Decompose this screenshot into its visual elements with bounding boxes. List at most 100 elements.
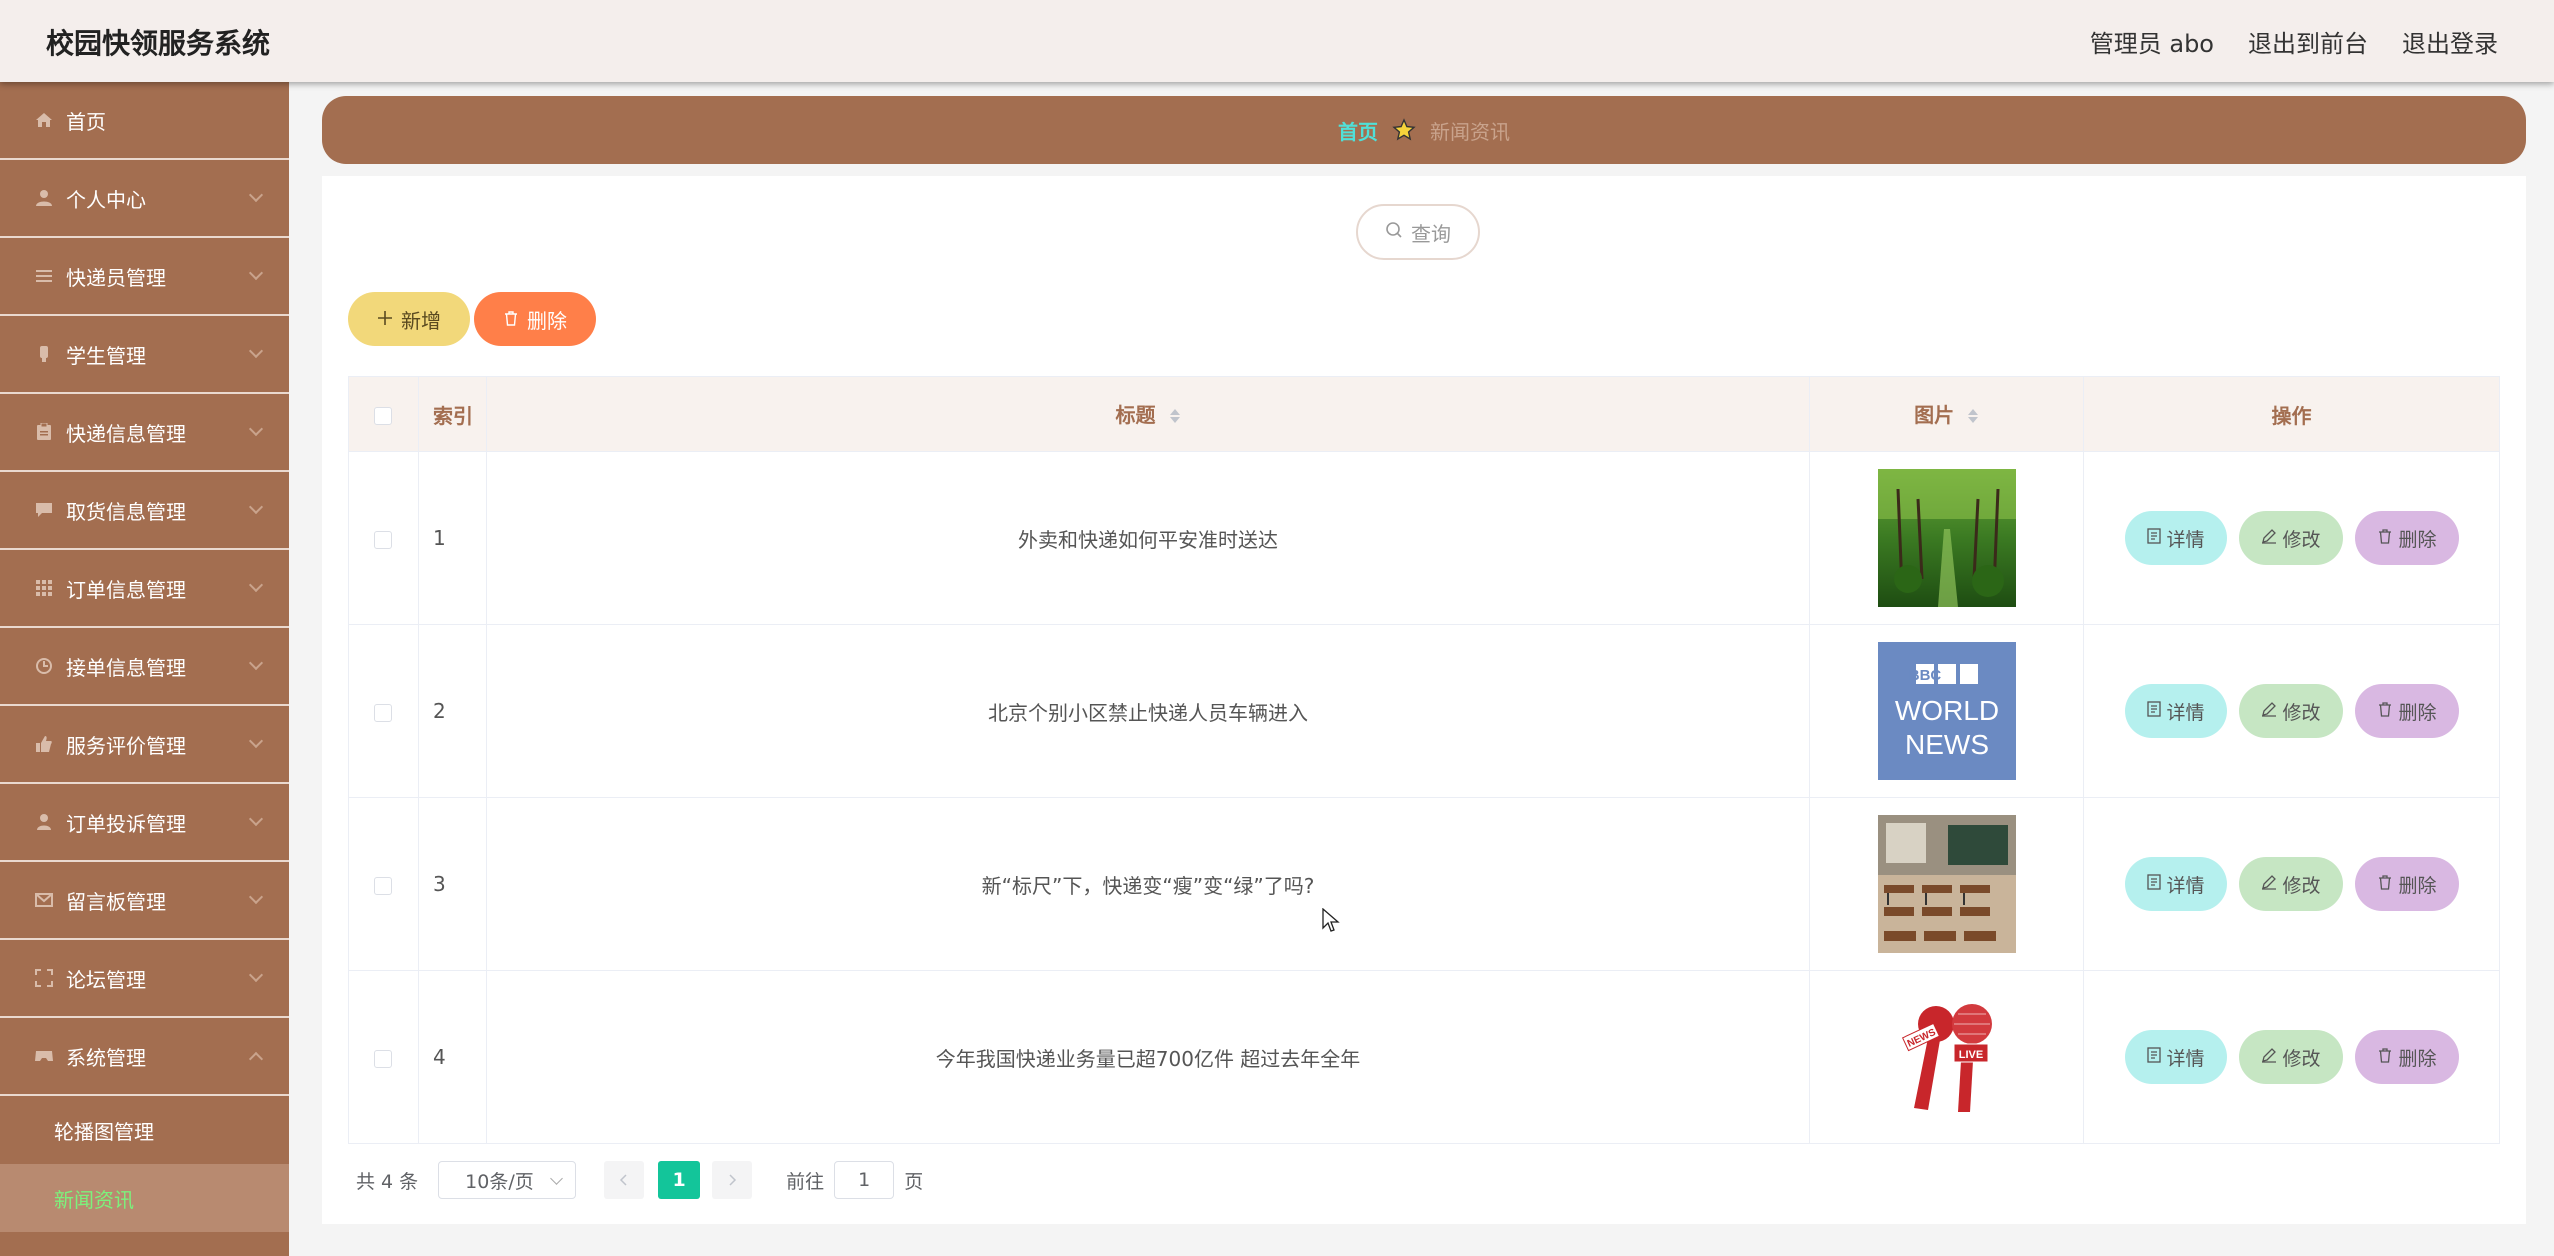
delete-label: 删除 xyxy=(2398,701,2437,724)
sidebar-item-label: 首页 xyxy=(66,109,106,134)
batch-delete-button[interactable]: 删除 xyxy=(474,292,596,346)
row-checkbox[interactable] xyxy=(374,1049,393,1068)
prev-page-button[interactable] xyxy=(604,1161,645,1199)
edit-button[interactable]: 修改 xyxy=(2238,1030,2343,1084)
row-image-cell: NEWS LIVE xyxy=(1809,970,2085,1144)
table-row: 3 新“标尺”下，快递变“瘦”变“绿”了吗? 详情 修改 删除 xyxy=(348,797,2500,971)
admin-user-link[interactable]: 管理员 abo xyxy=(2090,24,2214,59)
menu-lines-icon xyxy=(34,266,54,286)
row-checkbox[interactable] xyxy=(374,876,393,895)
goto-page-input[interactable]: 1 xyxy=(834,1161,895,1199)
sidebar: 首页 个人中心 快递员管理 学生管理 快递信息管理 取货信息管理 订单信息管理 … xyxy=(0,82,289,1256)
sidebar-item-students[interactable]: 学生管理 xyxy=(0,316,289,394)
document-icon xyxy=(2146,527,2161,549)
sidebar-item-pickup-info[interactable]: 取货信息管理 xyxy=(0,472,289,550)
bbc-world-news-image: BBC WORLD NEWS xyxy=(1877,642,2016,780)
index-header: 索引 xyxy=(418,376,487,452)
next-page-button[interactable] xyxy=(712,1161,753,1199)
table-row: 2 北京个别小区禁止快递人员车辆进入 BBC WORLD NEWS 详情 修改 … xyxy=(348,624,2500,798)
row-actions-cell: 详情 修改 删除 xyxy=(2083,624,2500,798)
sidebar-item-courier[interactable]: 快递员管理 xyxy=(0,238,289,316)
sidebar-item-label: 订单投诉管理 xyxy=(66,811,186,836)
sidebar-item-home[interactable]: 首页 xyxy=(0,82,289,160)
detail-label: 详情 xyxy=(2166,528,2205,551)
frame-icon xyxy=(34,968,54,988)
sort-icon[interactable] xyxy=(1169,405,1181,429)
edit-button[interactable]: 修改 xyxy=(2238,684,2343,738)
select-all-checkbox[interactable] xyxy=(374,406,393,425)
classroom-image xyxy=(1877,815,2016,953)
sidebar-item-accept-order[interactable]: 接单信息管理 xyxy=(0,628,289,706)
sidebar-item-label: 系统管理 xyxy=(66,1045,146,1070)
table-row: 1 外卖和快递如何平安准时送达 详情 修改 删除 xyxy=(348,451,2500,625)
sidebar-item-profile[interactable]: 个人中心 xyxy=(0,160,289,238)
chevron-down-icon xyxy=(248,889,264,905)
sidebar-subitem-carousel[interactable]: 轮播图管理 xyxy=(0,1096,289,1164)
trash-icon xyxy=(2377,527,2393,549)
detail-label: 详情 xyxy=(2166,701,2205,724)
goto-prefix: 前往 xyxy=(786,1170,825,1193)
breadcrumb-home-link[interactable]: 首页 xyxy=(1338,116,1378,145)
detail-button[interactable]: 详情 xyxy=(2124,857,2227,911)
sidebar-item-complaint[interactable]: 订单投诉管理 xyxy=(0,784,289,862)
page-size-select[interactable]: 10条/页 xyxy=(438,1161,577,1199)
back-to-front-link[interactable]: 退出到前台 xyxy=(2248,24,2368,59)
sidebar-item-system[interactable]: 系统管理 xyxy=(0,1018,289,1096)
chevron-down-icon xyxy=(248,967,264,983)
sidebar-item-label: 快递员管理 xyxy=(66,265,166,290)
person-icon xyxy=(34,812,54,832)
pencil-icon xyxy=(2261,527,2277,549)
detail-button[interactable]: 详情 xyxy=(2124,684,2227,738)
row-checkbox[interactable] xyxy=(374,530,393,549)
row-actions-cell: 详情 修改 删除 xyxy=(2083,451,2500,625)
chevron-down-icon xyxy=(248,343,264,359)
table-row: 4 今年我国快递业务量已超700亿件 超过去年全年 NEWS LIVE 详情 修… xyxy=(348,970,2500,1144)
edit-button[interactable]: 修改 xyxy=(2238,857,2343,911)
delete-button[interactable]: 删除 xyxy=(2354,857,2459,911)
mouse-cursor-icon xyxy=(1322,907,1340,934)
image-header-label: 图片 xyxy=(1914,403,1955,428)
search-button-label: 查询 xyxy=(1411,221,1451,246)
select-all-cell xyxy=(348,376,419,452)
chevron-down-icon xyxy=(248,265,264,281)
sidebar-item-review[interactable]: 服务评价管理 xyxy=(0,706,289,784)
detail-button[interactable]: 详情 xyxy=(2124,511,2227,565)
sidebar-item-message-board[interactable]: 留言板管理 xyxy=(0,862,289,940)
detail-label: 详情 xyxy=(2166,1047,2205,1070)
image-text: WORLD xyxy=(1894,695,1998,726)
sort-icon[interactable] xyxy=(1967,405,1979,429)
detail-button[interactable]: 详情 xyxy=(2124,1030,2227,1084)
delete-label: 删除 xyxy=(2398,874,2437,897)
sidebar-item-forum[interactable]: 论坛管理 xyxy=(0,940,289,1018)
detail-label: 详情 xyxy=(2166,874,2205,897)
delete-button[interactable]: 删除 xyxy=(2354,511,2459,565)
sidebar-item-label: 学生管理 xyxy=(66,343,146,368)
delete-label: 删除 xyxy=(2398,1047,2437,1070)
logout-link[interactable]: 退出登录 xyxy=(2402,24,2498,59)
sidebar-subitem-news[interactable]: 新闻资讯 xyxy=(0,1164,289,1232)
title-header[interactable]: 标题 xyxy=(486,376,1811,452)
delete-button[interactable]: 删除 xyxy=(2354,1030,2459,1084)
image-header[interactable]: 图片 xyxy=(1809,376,2085,452)
delete-button[interactable]: 删除 xyxy=(2354,684,2459,738)
grid-icon xyxy=(34,578,54,598)
search-button[interactable]: 查询 xyxy=(1356,204,1480,260)
page-number-1[interactable]: 1 xyxy=(658,1161,701,1199)
image-text: NEWS xyxy=(1905,729,1989,760)
row-index: 2 xyxy=(418,624,487,798)
sidebar-item-order-info[interactable]: 订单信息管理 xyxy=(0,550,289,628)
edit-button[interactable]: 修改 xyxy=(2238,511,2343,565)
add-button[interactable]: 新增 xyxy=(348,292,470,346)
chevron-down-icon xyxy=(248,733,264,749)
edit-label: 修改 xyxy=(2282,528,2321,551)
chat-icon xyxy=(34,500,54,520)
row-checkbox[interactable] xyxy=(374,703,393,722)
sidebar-item-express-info[interactable]: 快递信息管理 xyxy=(0,394,289,472)
header-links: 管理员 abo 退出到前台 退出登录 xyxy=(2090,24,2498,59)
add-button-label: 新增 xyxy=(401,308,441,333)
table-header-row: 索引 标题 图片 操作 xyxy=(348,376,2500,452)
sidebar-item-label: 服务评价管理 xyxy=(66,733,186,758)
row-image-cell xyxy=(1809,797,2085,971)
chevron-down-icon xyxy=(248,187,264,203)
mail-icon xyxy=(34,890,54,910)
